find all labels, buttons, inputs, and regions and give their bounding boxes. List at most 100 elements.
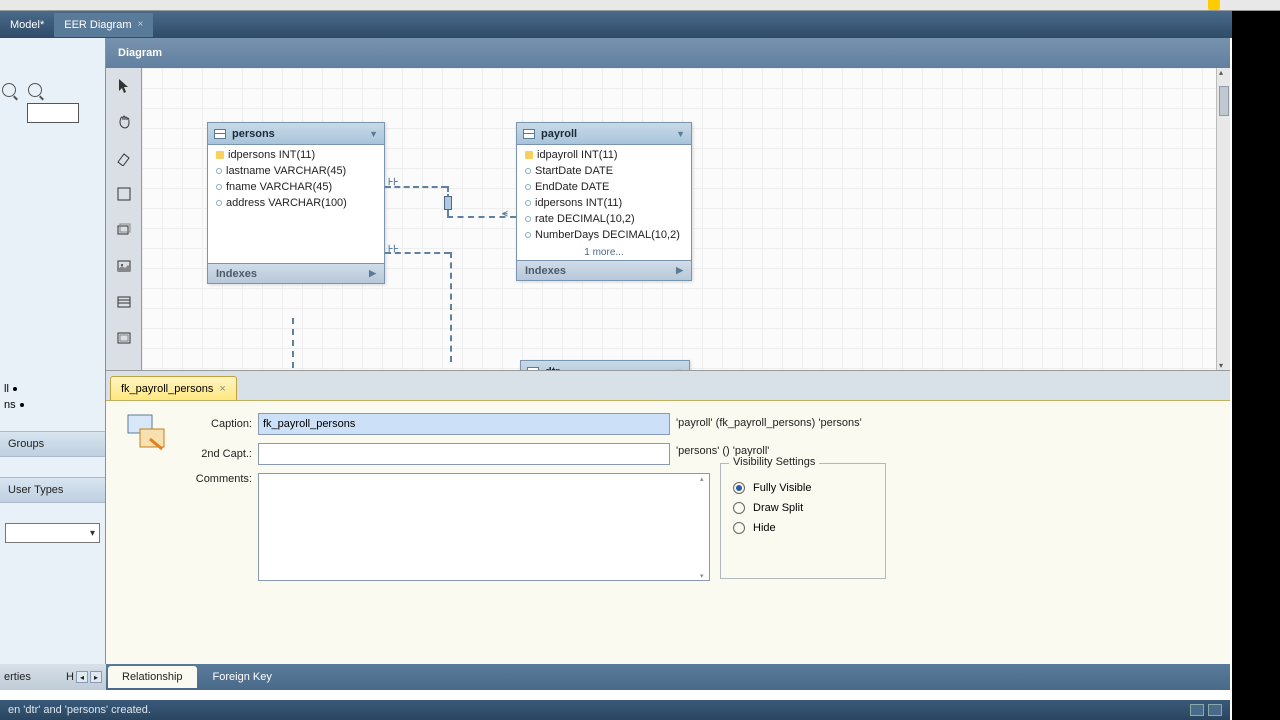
entity-header[interactable]: persons ▼	[208, 123, 384, 145]
tab-foreign-key[interactable]: Foreign Key	[199, 666, 286, 688]
tree-item[interactable]: ns	[4, 399, 105, 411]
status-bar: en 'dtr' and 'persons' created.	[0, 700, 1230, 720]
column-text: idpersons INT(11)	[535, 197, 622, 209]
column-row[interactable]: idpersons INT(11)	[208, 147, 384, 163]
column-row[interactable]: address VARCHAR(100)	[208, 195, 384, 211]
field-icon	[525, 216, 531, 222]
column-row[interactable]: StartDate DATE	[517, 163, 691, 179]
field-icon	[216, 184, 222, 190]
bullet-icon	[13, 387, 17, 391]
layer-tool-icon[interactable]	[114, 220, 134, 240]
vertical-scrollbar[interactable]	[1216, 68, 1230, 370]
tree-label: ll	[4, 383, 9, 395]
field-icon	[216, 200, 222, 206]
zoom-out-icon[interactable]	[2, 83, 16, 97]
relationship-handle[interactable]	[444, 196, 452, 210]
tab-model[interactable]: Model*	[0, 13, 54, 37]
more-columns[interactable]: 1 more...	[517, 245, 691, 260]
tab-label: Model*	[10, 19, 44, 31]
eraser-tool-icon[interactable]	[114, 148, 134, 168]
column-row[interactable]: fname VARCHAR(45)	[208, 179, 384, 195]
caption-input[interactable]	[258, 413, 670, 435]
column-row[interactable]: idpersons INT(11)	[517, 195, 691, 211]
column-text: idpersons INT(11)	[228, 149, 315, 161]
chevron-down-icon[interactable]: ▼	[369, 129, 378, 139]
tree-label: ns	[4, 399, 16, 411]
scrollbar-thumb[interactable]	[1219, 86, 1229, 116]
comments-input[interactable]	[258, 473, 710, 581]
section-groups[interactable]: Groups	[0, 431, 105, 457]
entity-header[interactable]: dtr ▼	[521, 361, 689, 370]
spinner-up-icon[interactable]: ▴	[700, 473, 712, 487]
property-tab-row: fk_payroll_persons ×	[106, 370, 1230, 400]
pointer-tool-icon[interactable]	[114, 76, 134, 96]
indexes-section[interactable]: Indexes▶	[208, 263, 384, 283]
property-panel: Caption: 2nd Capt.: Comments: ▴ ▾ 'payro…	[106, 400, 1230, 664]
diagram-canvas[interactable]: persons ▼ idpersons INT(11) lastname VAR…	[142, 68, 1216, 370]
caption-label: Caption:	[186, 418, 252, 430]
column-row[interactable]: NumberDays DECIMAL(10,2)	[517, 227, 691, 243]
zoom-in-icon[interactable]	[28, 83, 42, 97]
bottom-tabs: Relationship Foreign Key	[106, 664, 1230, 690]
column-row[interactable]: rate DECIMAL(10,2)	[517, 211, 691, 227]
close-icon[interactable]: ×	[219, 383, 225, 395]
relationship-line[interactable]	[450, 252, 452, 362]
column-text: rate DECIMAL(10,2)	[535, 213, 635, 225]
hand-tool-icon[interactable]	[114, 112, 134, 132]
field-icon	[525, 200, 531, 206]
type-dropdown[interactable]	[5, 523, 100, 543]
image-tool-icon[interactable]	[114, 256, 134, 276]
visibility-settings-group: Visibility Settings Fully Visible Draw S…	[720, 463, 886, 579]
column-row[interactable]: EndDate DATE	[517, 179, 691, 195]
tab-label: Foreign Key	[213, 671, 272, 683]
entity-persons[interactable]: persons ▼ idpersons INT(11) lastname VAR…	[207, 122, 385, 284]
column-text: EndDate DATE	[535, 181, 609, 193]
table-icon	[214, 129, 226, 139]
second-caption-input[interactable]	[258, 443, 670, 465]
entity-columns: idpayroll INT(11) StartDate DATE EndDate…	[517, 145, 691, 245]
section-user-types[interactable]: User Types	[0, 477, 105, 503]
relationship-description-1: 'payroll' (fk_payroll_persons) 'persons'	[676, 417, 862, 429]
radio-fully-visible[interactable]: Fully Visible	[733, 482, 873, 494]
column-row[interactable]: idpayroll INT(11)	[517, 147, 691, 163]
radio-hide[interactable]: Hide	[733, 522, 873, 534]
tree-item[interactable]: ll	[4, 383, 105, 395]
entity-header[interactable]: payroll ▼	[517, 123, 691, 145]
property-tab-fk[interactable]: fk_payroll_persons ×	[110, 376, 237, 400]
indexes-label: Indexes	[216, 268, 257, 280]
primary-key-icon	[216, 151, 224, 159]
status-box-icon[interactable]	[1190, 704, 1204, 716]
navigator-preview[interactable]	[27, 103, 79, 123]
view-tool-icon[interactable]	[114, 328, 134, 348]
chevron-down-icon[interactable]: ▼	[676, 129, 685, 139]
relationship-line[interactable]	[292, 318, 294, 368]
diagram-title: Diagram	[118, 47, 162, 59]
entity-dtr[interactable]: dtr ▼	[520, 360, 690, 370]
left-bottom-nav: erties H ◂ ▸	[0, 664, 106, 690]
column-row[interactable]: lastname VARCHAR(45)	[208, 163, 384, 179]
status-box-icon[interactable]	[1208, 704, 1222, 716]
spinner-down-icon[interactable]: ▾	[700, 570, 712, 584]
radio-label: Draw Split	[753, 502, 803, 514]
chevron-right-icon: ▶	[676, 265, 683, 276]
note-tool-icon[interactable]	[114, 184, 134, 204]
indexes-section[interactable]: Indexes ▶	[517, 260, 691, 280]
entity-payroll[interactable]: payroll ▼ idpayroll INT(11) StartDate DA…	[516, 122, 692, 281]
tool-palette	[106, 68, 142, 370]
nav-next-icon[interactable]: ▸	[90, 671, 102, 683]
cardinality-icon: ⊦⊦	[388, 244, 398, 255]
diagram-header: Diagram	[106, 38, 1230, 68]
visibility-legend: Visibility Settings	[729, 456, 819, 468]
tab-eer-diagram[interactable]: EER Diagram ×	[54, 13, 153, 37]
nav-prev-icon[interactable]: ◂	[76, 671, 88, 683]
radio-icon	[733, 522, 745, 534]
table-tool-icon[interactable]	[114, 292, 134, 312]
field-icon	[525, 168, 531, 174]
indexes-label: Indexes	[525, 265, 566, 277]
entity-name: persons	[232, 128, 275, 140]
diagram-area: persons ▼ idpersons INT(11) lastname VAR…	[106, 68, 1230, 370]
tab-relationship[interactable]: Relationship	[108, 666, 197, 688]
cardinality-icon: ⊦⊦	[388, 177, 398, 188]
close-icon[interactable]: ×	[138, 19, 144, 30]
radio-draw-split[interactable]: Draw Split	[733, 502, 873, 514]
